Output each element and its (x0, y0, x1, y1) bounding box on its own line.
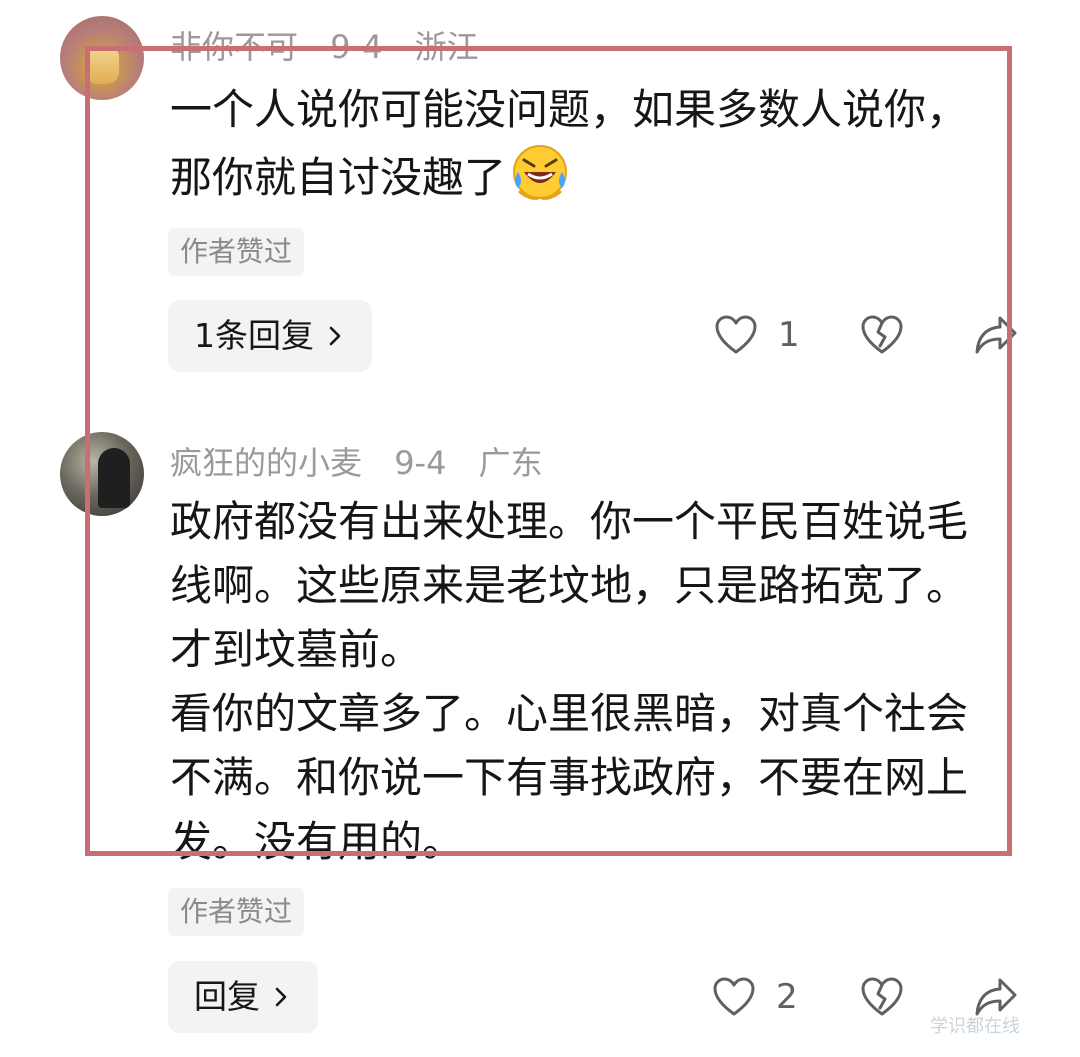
comment-text: 政府都没有出来处理。你一个平民百姓说毛线啊。这些原来是老坟地，只是路拓宽了。才到… (170, 497, 969, 866)
broken-heart-icon (861, 977, 903, 1016)
comment-meta: 疯狂的的小麦 9-4 广东 (170, 438, 565, 484)
comment-item: 非你不可 9-4 浙江 一个人说你可能没问题，如果多数人说你，那你就自讨没趣了 … (0, 0, 1080, 400)
comment-text-wrap: 一个人说你可能没问题，如果多数人说你，那你就自讨没趣了 (170, 78, 1000, 210)
heart-icon (713, 977, 755, 1016)
share-icon (975, 316, 1017, 354)
comment-date: 9-4 (394, 444, 447, 482)
like-count: 1 (778, 315, 800, 355)
author-liked-badge: 作者赞过 (168, 888, 305, 936)
share-button[interactable] (974, 314, 1018, 356)
comment-location: 浙江 (414, 28, 479, 66)
watermark: 学识都在线 (930, 1016, 1020, 1037)
author-liked-badge: 作者赞过 (168, 228, 305, 276)
reply-button[interactable]: 回复 (168, 961, 318, 1033)
dislike-button[interactable] (860, 976, 904, 1018)
avatar[interactable] (60, 16, 144, 100)
avatar[interactable] (60, 432, 144, 516)
username[interactable]: 非你不可 (170, 28, 298, 66)
comment-date: 9-4 (330, 28, 383, 66)
like-button[interactable]: 2 (712, 976, 798, 1018)
reply-label: 回复 (194, 977, 260, 1016)
chevron-right-icon (329, 326, 341, 346)
dislike-button[interactable] (860, 314, 904, 356)
view-replies-label: 1条回复 (194, 316, 314, 355)
like-button[interactable]: 1 (714, 314, 800, 356)
view-replies-button[interactable]: 1条回复 (168, 300, 372, 372)
comment-item: 疯狂的的小麦 9-4 广东 政府都没有出来处理。你一个平民百姓说毛线啊。这些原来… (0, 400, 1080, 1057)
like-count: 2 (776, 977, 798, 1017)
chevron-right-icon (275, 987, 287, 1007)
comment-location: 广东 (478, 444, 543, 482)
broken-heart-icon (861, 315, 903, 354)
heart-icon (715, 315, 757, 354)
username[interactable]: 疯狂的的小麦 (170, 444, 362, 482)
laughing-tears-emoji-icon (513, 145, 568, 200)
comment-meta: 非你不可 9-4 浙江 (170, 22, 501, 68)
